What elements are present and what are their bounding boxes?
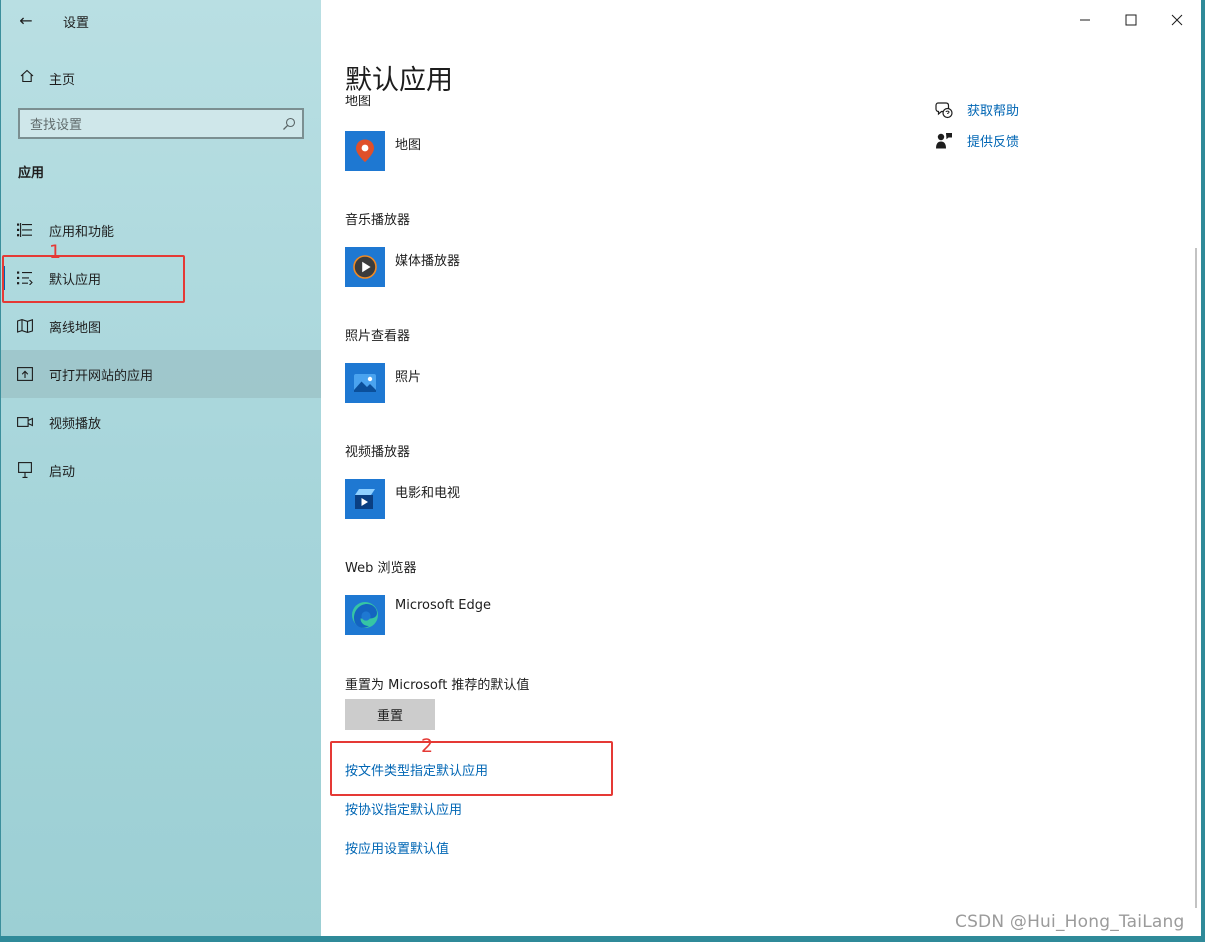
app-name: Microsoft Edge: [395, 598, 492, 613]
back-button[interactable]: ←: [9, 4, 43, 36]
annotation-number-2: 2: [421, 735, 434, 757]
minimize-button[interactable]: [1062, 0, 1108, 40]
home-icon: [19, 68, 37, 88]
maximize-icon: [1125, 14, 1137, 26]
default-app-photo-viewer[interactable]: 照片: [345, 363, 421, 405]
media-player-icon: [345, 247, 385, 287]
default-app-web-browser[interactable]: Microsoft Edge: [345, 595, 491, 637]
video-playback-icon: [17, 416, 35, 428]
watermark: CSDN @Hui_Hong_TaiLang: [955, 912, 1185, 932]
sidebar-item-label: 应用和功能: [49, 224, 115, 240]
page-title: 默认应用: [345, 65, 453, 96]
give-feedback-label: 提供反馈: [967, 135, 1020, 150]
window-border-right: [1201, 0, 1205, 942]
reset-label: 重置为 Microsoft 推荐的默认值: [345, 678, 530, 693]
search-input[interactable]: [28, 114, 272, 136]
cut-off-category-label: 地图: [345, 95, 372, 108]
settings-window: ← 设置 主页 应用 应用和功能: [0, 0, 1205, 942]
scrollbar[interactable]: [1195, 248, 1197, 908]
link-by-protocol[interactable]: 按协议指定默认应用: [345, 799, 462, 818]
sidebar-item-startup[interactable]: 启动: [1, 446, 321, 494]
annotation-number-1: 1: [49, 241, 62, 263]
get-help-label: 获取帮助: [967, 104, 1020, 119]
sidebar-item-label: 视频播放: [49, 416, 102, 432]
back-arrow-icon: ←: [19, 10, 33, 30]
help-chat-icon: [935, 101, 953, 118]
category-label-web-browser: Web 浏览器: [345, 561, 417, 576]
startup-icon: [17, 462, 35, 478]
maximize-button[interactable]: [1108, 0, 1154, 40]
sidebar-item-video-playback[interactable]: 视频播放: [1, 398, 321, 446]
search-icon[interactable]: [282, 116, 296, 135]
link-by-app[interactable]: 按应用设置默认值: [345, 838, 449, 857]
sidebar-item-label: 启动: [49, 464, 76, 480]
home-label: 主页: [49, 72, 76, 88]
app-name: 照片: [395, 370, 422, 385]
main-content: 默认应用 地图 地图 音乐播放器 媒体播放器 照片查看器 照片 视频播放器 电影…: [321, 0, 1201, 936]
window-border-bottom: [0, 936, 1205, 942]
edge-icon: [345, 595, 385, 635]
sidebar-item-label: 可打开网站的应用: [49, 368, 154, 384]
close-icon: [1171, 14, 1183, 26]
default-app-music-player[interactable]: 媒体播放器: [345, 247, 460, 289]
apps-features-icon: [17, 223, 35, 237]
category-label-music: 音乐播放器: [345, 213, 411, 228]
section-title: 应用: [18, 166, 45, 181]
category-label-photo-viewer: 照片查看器: [345, 329, 411, 344]
annotation-box-1: [2, 255, 185, 303]
apps-for-websites-icon: [17, 367, 35, 381]
sidebar: ← 设置 主页 应用 应用和功能: [0, 0, 322, 942]
minimize-icon: [1080, 19, 1090, 21]
annotation-box-2: [330, 741, 613, 796]
give-feedback-link[interactable]: 提供反馈: [935, 131, 1019, 150]
offline-maps-icon: [17, 319, 35, 333]
default-app-video-player[interactable]: 电影和电视: [345, 479, 460, 521]
app-name: 电影和电视: [395, 486, 461, 501]
app-name: 地图: [395, 138, 422, 153]
sidebar-item-label: 离线地图: [49, 320, 102, 336]
default-app-maps[interactable]: 地图: [345, 131, 421, 173]
home-nav-item[interactable]: 主页: [1, 60, 321, 96]
app-name: 媒体播放器: [395, 254, 461, 269]
search-box[interactable]: [18, 108, 304, 139]
sidebar-item-offline-maps[interactable]: 离线地图: [1, 302, 321, 350]
window-title: 设置: [63, 16, 90, 31]
get-help-link[interactable]: 获取帮助: [935, 100, 1019, 119]
feedback-icon: [936, 132, 952, 148]
movies-tv-icon: [345, 479, 385, 519]
sidebar-item-apps-for-websites[interactable]: 可打开网站的应用: [1, 350, 321, 398]
close-button[interactable]: [1154, 0, 1200, 40]
photos-app-icon: [345, 363, 385, 403]
category-label-video-player: 视频播放器: [345, 445, 411, 460]
maps-app-icon: [345, 131, 385, 171]
reset-button[interactable]: 重置: [345, 699, 435, 730]
